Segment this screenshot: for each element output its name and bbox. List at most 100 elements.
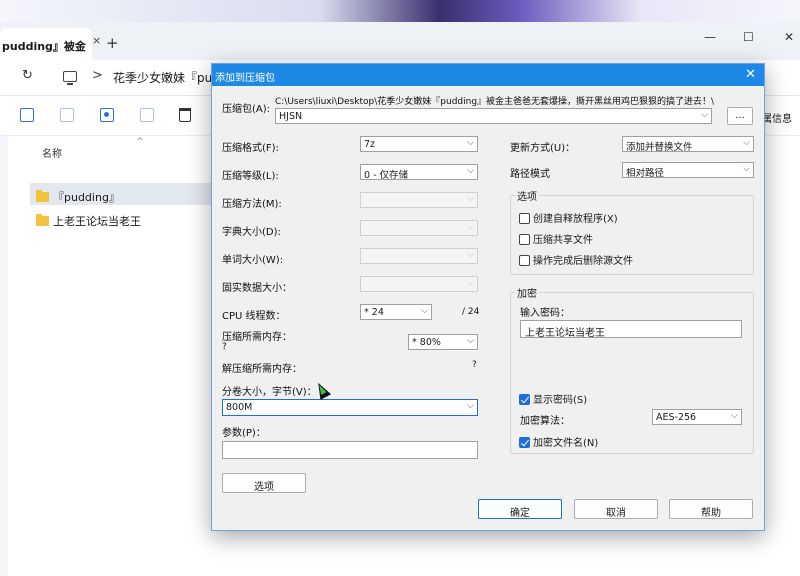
split-size-label: 分卷大小，字节(V)： [222, 387, 317, 398]
dictionary-select[interactable]: ⌵ [360, 220, 478, 236]
solid-block-select[interactable]: ⌵ [360, 276, 478, 292]
archive-name-combo[interactable]: HJSN ⌵ [275, 108, 712, 124]
column-header-name[interactable]: 名称 [42, 145, 62, 160]
archive-path: C:\Users\liuxi\Desktop\花季少女嫩妹『pudding』被金… [275, 97, 715, 107]
chevron-down-icon: ⌵ [467, 250, 474, 260]
encrypt-names-checkbox[interactable]: 加密文件名(N) [519, 434, 598, 449]
help-button[interactable]: 帮助 [669, 499, 753, 519]
delete-icon[interactable] [179, 108, 191, 122]
shared-files-checkbox[interactable]: 压缩共享文件 [519, 231, 593, 246]
refresh-icon[interactable]: ↻ [22, 68, 33, 83]
delete-after-checkbox[interactable]: 操作完成后删除源文件 [519, 252, 633, 267]
show-password-checkbox[interactable]: 显示密码(S) [519, 391, 587, 406]
chevron-down-icon: ⌵ [743, 138, 750, 148]
method-select[interactable]: ⌵ [360, 192, 478, 208]
level-select[interactable]: 0 - 仅存储 ⌵ [360, 164, 478, 180]
create-sfx-checkbox[interactable]: 创建自释放程序(X) [519, 210, 618, 225]
file-list: ^ 名称 『pudding』 上老王论坛当老王 [22, 136, 222, 576]
chevron-down-icon: ⌵ [467, 166, 474, 176]
copy-icon[interactable] [20, 108, 34, 122]
chevron-right-icon[interactable]: > [92, 68, 103, 83]
cpu-threads-select[interactable]: * 24 ⌵ [360, 304, 432, 320]
show-password-label: 显示密码(S) [533, 395, 588, 406]
split-size-value: 800M [226, 402, 253, 413]
path-mode-select[interactable]: 相对路径 ⌵ [622, 162, 754, 178]
chevron-down-icon: ⌵ [743, 164, 750, 174]
cpu-threads-value: * 24 [364, 307, 384, 318]
encryption-group-title: 加密 [515, 285, 539, 300]
sort-caret-icon[interactable]: ^ [136, 137, 144, 147]
encryption-method-label: 加密算法： [520, 416, 570, 427]
rename-icon[interactable] [100, 108, 114, 122]
browse-button[interactable]: ... [727, 107, 753, 125]
archive-name-value: HJSN [279, 111, 303, 122]
folder-icon [36, 190, 49, 202]
encrypt-names-label: 加密文件名(N) [533, 438, 599, 449]
split-size-combo[interactable]: 800M ⌵ [222, 399, 478, 416]
memory-percent-select[interactable]: * 80% ⌵ [408, 334, 478, 350]
format-value: 7z [364, 139, 376, 150]
encryption-method-value: AES-256 [656, 412, 697, 423]
format-label: 压缩格式(F): [222, 143, 279, 154]
memory-percent-value: * 80% [412, 337, 441, 348]
navigation-pane-edge [0, 136, 8, 576]
chevron-down-icon: ⌵ [701, 110, 708, 120]
checkbox-icon [519, 234, 530, 245]
maximize-icon[interactable]: ☐ [743, 30, 754, 44]
memory-value: ? [222, 342, 227, 352]
tab-label: pudding』被金 [2, 40, 86, 53]
tab-bar: pudding』被金 × + — ☐ ✕ [0, 22, 800, 60]
cancel-button[interactable]: 取消 [574, 499, 658, 519]
folder-icon [36, 214, 49, 226]
password-input[interactable]: 上老王论坛当老王 [520, 320, 742, 339]
delete-after-label: 操作完成后删除源文件 [533, 256, 633, 267]
archive-label: 压缩包(A): [222, 104, 271, 115]
paste-icon[interactable] [60, 108, 74, 122]
format-select[interactable]: 7z ⌵ [360, 136, 478, 152]
list-item[interactable]: 上老王论坛当老王 [30, 207, 220, 229]
file-name: 上老王论坛当老王 [53, 215, 141, 228]
window-close-icon[interactable]: ✕ [784, 30, 794, 44]
share-icon[interactable] [140, 108, 154, 122]
tab-folder[interactable]: pudding』被金 [0, 28, 92, 60]
dialog-titlebar: 添加到压缩包 ✕ [212, 64, 764, 86]
chevron-down-icon: ⌵ [467, 194, 474, 204]
chevron-down-icon: ⌵ [731, 411, 738, 421]
update-mode-value: 添加并替换文件 [626, 142, 693, 152]
breadcrumb[interactable]: 花季少女嫩妹『pud [113, 69, 220, 86]
checkbox-icon [519, 255, 530, 266]
word-size-label: 单词大小(W): [222, 255, 284, 266]
memory-label: 压缩所需内存： [222, 332, 292, 343]
create-sfx-label: 创建自释放程序(X) [533, 214, 618, 225]
dialog-title: 添加到压缩包 [215, 73, 275, 84]
chevron-down-icon: ⌵ [467, 138, 474, 148]
list-item[interactable]: 『pudding』 [30, 183, 220, 205]
minimize-icon[interactable]: — [704, 30, 716, 44]
ok-button[interactable]: 确定 [478, 499, 562, 519]
password-label: 输入密码： [520, 308, 570, 319]
add-to-archive-dialog: 添加到压缩包 ✕ 压缩包(A): C:\Users\liuxi\Desktop\… [211, 63, 765, 531]
properties-label[interactable]: 属信息 [762, 110, 792, 125]
checkbox-checked-icon [519, 394, 530, 405]
word-size-select[interactable]: ⌵ [360, 248, 478, 264]
update-mode-select[interactable]: 添加并替换文件 ⌵ [622, 136, 754, 152]
decompress-memory-label: 解压缩所需内存： [222, 364, 302, 375]
options-button[interactable]: 选项 [222, 473, 306, 493]
method-label: 压缩方法(M): [222, 199, 282, 210]
encryption-method-select[interactable]: AES-256 ⌵ [652, 409, 742, 425]
cpu-threads-total: / 24 [462, 307, 480, 317]
new-tab-icon[interactable]: + [106, 34, 119, 52]
chevron-down-icon: ⌵ [467, 336, 474, 346]
chevron-down-icon: ⌵ [467, 278, 474, 288]
this-pc-icon[interactable] [63, 71, 77, 85]
update-mode-label: 更新方式(U)： [510, 143, 576, 154]
close-icon[interactable]: ✕ [745, 67, 756, 82]
parameters-input[interactable] [222, 441, 478, 459]
path-mode-label: 路径模式 [510, 169, 550, 180]
options-group-title: 选项 [515, 188, 539, 203]
solid-block-label: 固实数据大小： [222, 283, 292, 294]
checkbox-checked-icon [519, 437, 530, 448]
cpu-threads-label: CPU 线程数： [222, 311, 286, 322]
tab-close-icon[interactable]: × [92, 34, 101, 47]
level-value: 0 - 仅存储 [364, 170, 409, 180]
